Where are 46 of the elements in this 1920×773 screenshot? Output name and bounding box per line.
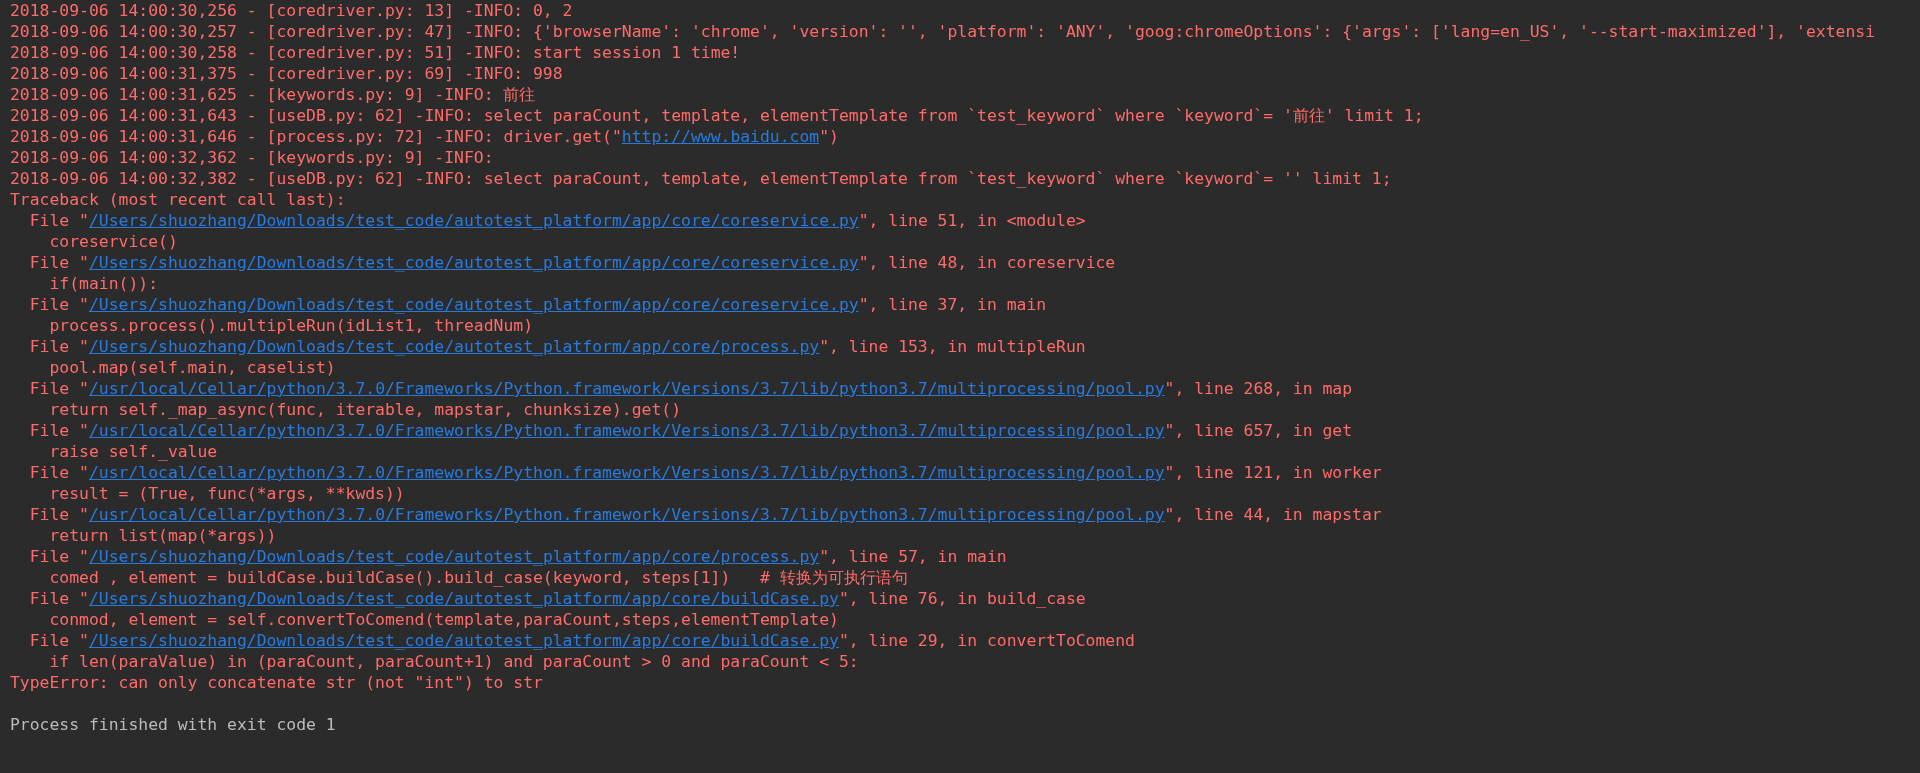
source-code-line: return list(map(*args)) xyxy=(49,525,277,546)
source-code-line: process.process().multipleRun(idList1, threadNum) xyxy=(49,315,533,336)
stack-frame-line: File "/Users/shuozhang/Downloads/test_code/autotest_platform/app/core/coreservice.py", line 48, in coreservice xyxy=(29,252,1116,273)
file-link[interactable]: /Users/shuozhang/Downloads/test_code/autotest_platform/app/core/coreservice.py xyxy=(88,295,859,314)
file-link[interactable]: /usr/local/Cellar/python/3.7.0/Frameworks/Python.framework/Versions/3.7/lib/python3.7/multiprocessing/pool.py xyxy=(88,463,1165,482)
file-link[interactable]: /Users/shuozhang/Downloads/test_code/autotest_platform/app/core/process.py xyxy=(88,337,820,356)
file-link[interactable]: /Users/shuozhang/Downloads/test_code/autotest_platform/app/core/buildCase.py xyxy=(88,631,839,650)
file-link[interactable]: /usr/local/Cellar/python/3.7.0/Frameworks/Python.framework/Versions/3.7/lib/python3.7/multiprocessing/pool.py xyxy=(88,421,1165,440)
stack-frame-line: File "/usr/local/Cellar/python/3.7.0/Frameworks/Python.framework/Versions/3.7/lib/python3.7/multiprocessing/pool.py", line 44, in mapstar xyxy=(29,504,1382,525)
stack-frame-line: File "/Users/shuozhang/Downloads/test_code/autotest_platform/app/core/buildCase.py", line 29, in convertToComend xyxy=(29,630,1135,651)
source-code-line: coreservice() xyxy=(49,231,178,252)
traceback-header: Traceback (most recent call last): xyxy=(10,189,346,210)
log-line: 2018-09-06 14:00:31,625 - [keywords.py: 9] -INFO: 前往 xyxy=(10,84,536,105)
stack-frame-line: File "/Users/shuozhang/Downloads/test_code/autotest_platform/app/core/coreservice.py", line 37, in main xyxy=(29,294,1047,315)
source-code-line: return self._map_async(func, iterable, mapstar, chunksize).get() xyxy=(49,399,682,420)
file-link[interactable]: http://www.baidu.com xyxy=(621,127,820,146)
file-link[interactable]: /Users/shuozhang/Downloads/test_code/autotest_platform/app/core/coreservice.py xyxy=(88,253,859,272)
stack-frame-line: File "/Users/shuozhang/Downloads/test_code/autotest_platform/app/core/process.py", line 153, in multipleRun xyxy=(29,336,1086,357)
error-message: TypeError: can only concatenate str (not "int") to str xyxy=(10,672,543,693)
log-line: 2018-09-06 14:00:31,646 - [process.py: 72] -INFO: driver.get("http://www.baidu.com") xyxy=(10,126,839,147)
source-code-line: raise self._value xyxy=(49,441,218,462)
stack-frame-line: File "/Users/shuozhang/Downloads/test_code/autotest_platform/app/core/buildCase.py", line 76, in build_case xyxy=(29,588,1086,609)
source-code-line: pool.map(self.main, caselist) xyxy=(49,357,336,378)
stack-frame-line: File "/Users/shuozhang/Downloads/test_code/autotest_platform/app/core/coreservice.py", line 51, in <module> xyxy=(29,210,1086,231)
stack-frame-line: File "/usr/local/Cellar/python/3.7.0/Frameworks/Python.framework/Versions/3.7/lib/python3.7/multiprocessing/pool.py", line 268, in map xyxy=(29,378,1353,399)
stack-frame-line: File "/usr/local/Cellar/python/3.7.0/Frameworks/Python.framework/Versions/3.7/lib/python3.7/multiprocessing/pool.py", line 657, in get xyxy=(29,420,1353,441)
source-code-line: if len(paraValue) in (paraCount, paraCount+1) and paraCount > 0 and paraCount < 5: xyxy=(49,651,859,672)
stack-frame-line: File "/Users/shuozhang/Downloads/test_code/autotest_platform/app/core/process.py", line 57, in main xyxy=(29,546,1007,567)
log-line: 2018-09-06 14:00:32,362 - [keywords.py: 9] -INFO: xyxy=(10,147,494,168)
file-link[interactable]: /usr/local/Cellar/python/3.7.0/Frameworks/Python.framework/Versions/3.7/lib/python3.7/multiprocessing/pool.py xyxy=(88,505,1165,524)
source-code-line: result = (True, func(*args, **kwds)) xyxy=(49,483,405,504)
log-line: 2018-09-06 14:00:31,375 - [coredriver.py: 69] -INFO: 998 xyxy=(10,63,563,84)
log-line: 2018-09-06 14:00:30,258 - [coredriver.py: 51] -INFO: start session 1 time! xyxy=(10,42,741,63)
file-link[interactable]: /Users/shuozhang/Downloads/test_code/autotest_platform/app/core/coreservice.py xyxy=(88,211,859,230)
log-line: 2018-09-06 14:00:30,257 - [coredriver.py: 47] -INFO: {'browserName': 'chrome', 'version': '', 'platform': 'ANY', 'goog:chromeOptions': {'args': ['lang=en_US', '--start-maximized'], 'extensi xyxy=(10,21,1876,42)
stack-frame-line: File "/usr/local/Cellar/python/3.7.0/Frameworks/Python.framework/Versions/3.7/lib/python3.7/multiprocessing/pool.py", line 121, in worker xyxy=(29,462,1382,483)
file-link[interactable]: /Users/shuozhang/Downloads/test_code/autotest_platform/app/core/buildCase.py xyxy=(88,589,839,608)
exit-message: Process finished with exit code 1 xyxy=(10,714,336,735)
file-link[interactable]: /usr/local/Cellar/python/3.7.0/Frameworks/Python.framework/Versions/3.7/lib/python3.7/multiprocessing/pool.py xyxy=(88,379,1165,398)
source-code-line: if(main()): xyxy=(49,273,159,294)
log-line: 2018-09-06 14:00:31,643 - [useDB.py: 62] -INFO: select paraCount, template, elementTemplate from `test_keyword` where `keyword`= '前往' limit 1; xyxy=(10,105,1424,126)
file-link[interactable]: /Users/shuozhang/Downloads/test_code/autotest_platform/app/core/process.py xyxy=(88,547,820,566)
log-line: 2018-09-06 14:00:30,256 - [coredriver.py: 13] -INFO: 0, 2 xyxy=(10,0,573,21)
log-line: 2018-09-06 14:00:32,382 - [useDB.py: 62] -INFO: select paraCount, template, elementTemplate from `test_keyword` where `keyword`= '' limit 1; xyxy=(10,168,1392,189)
source-code-line: conmod, element = self.convertToComend(template,paraCount,steps,elementTemplate) xyxy=(49,609,839,630)
source-code-line: comed , element = buildCase.buildCase().build_case(keyword, steps[1]) # 转换为可执行语句 xyxy=(49,567,908,588)
